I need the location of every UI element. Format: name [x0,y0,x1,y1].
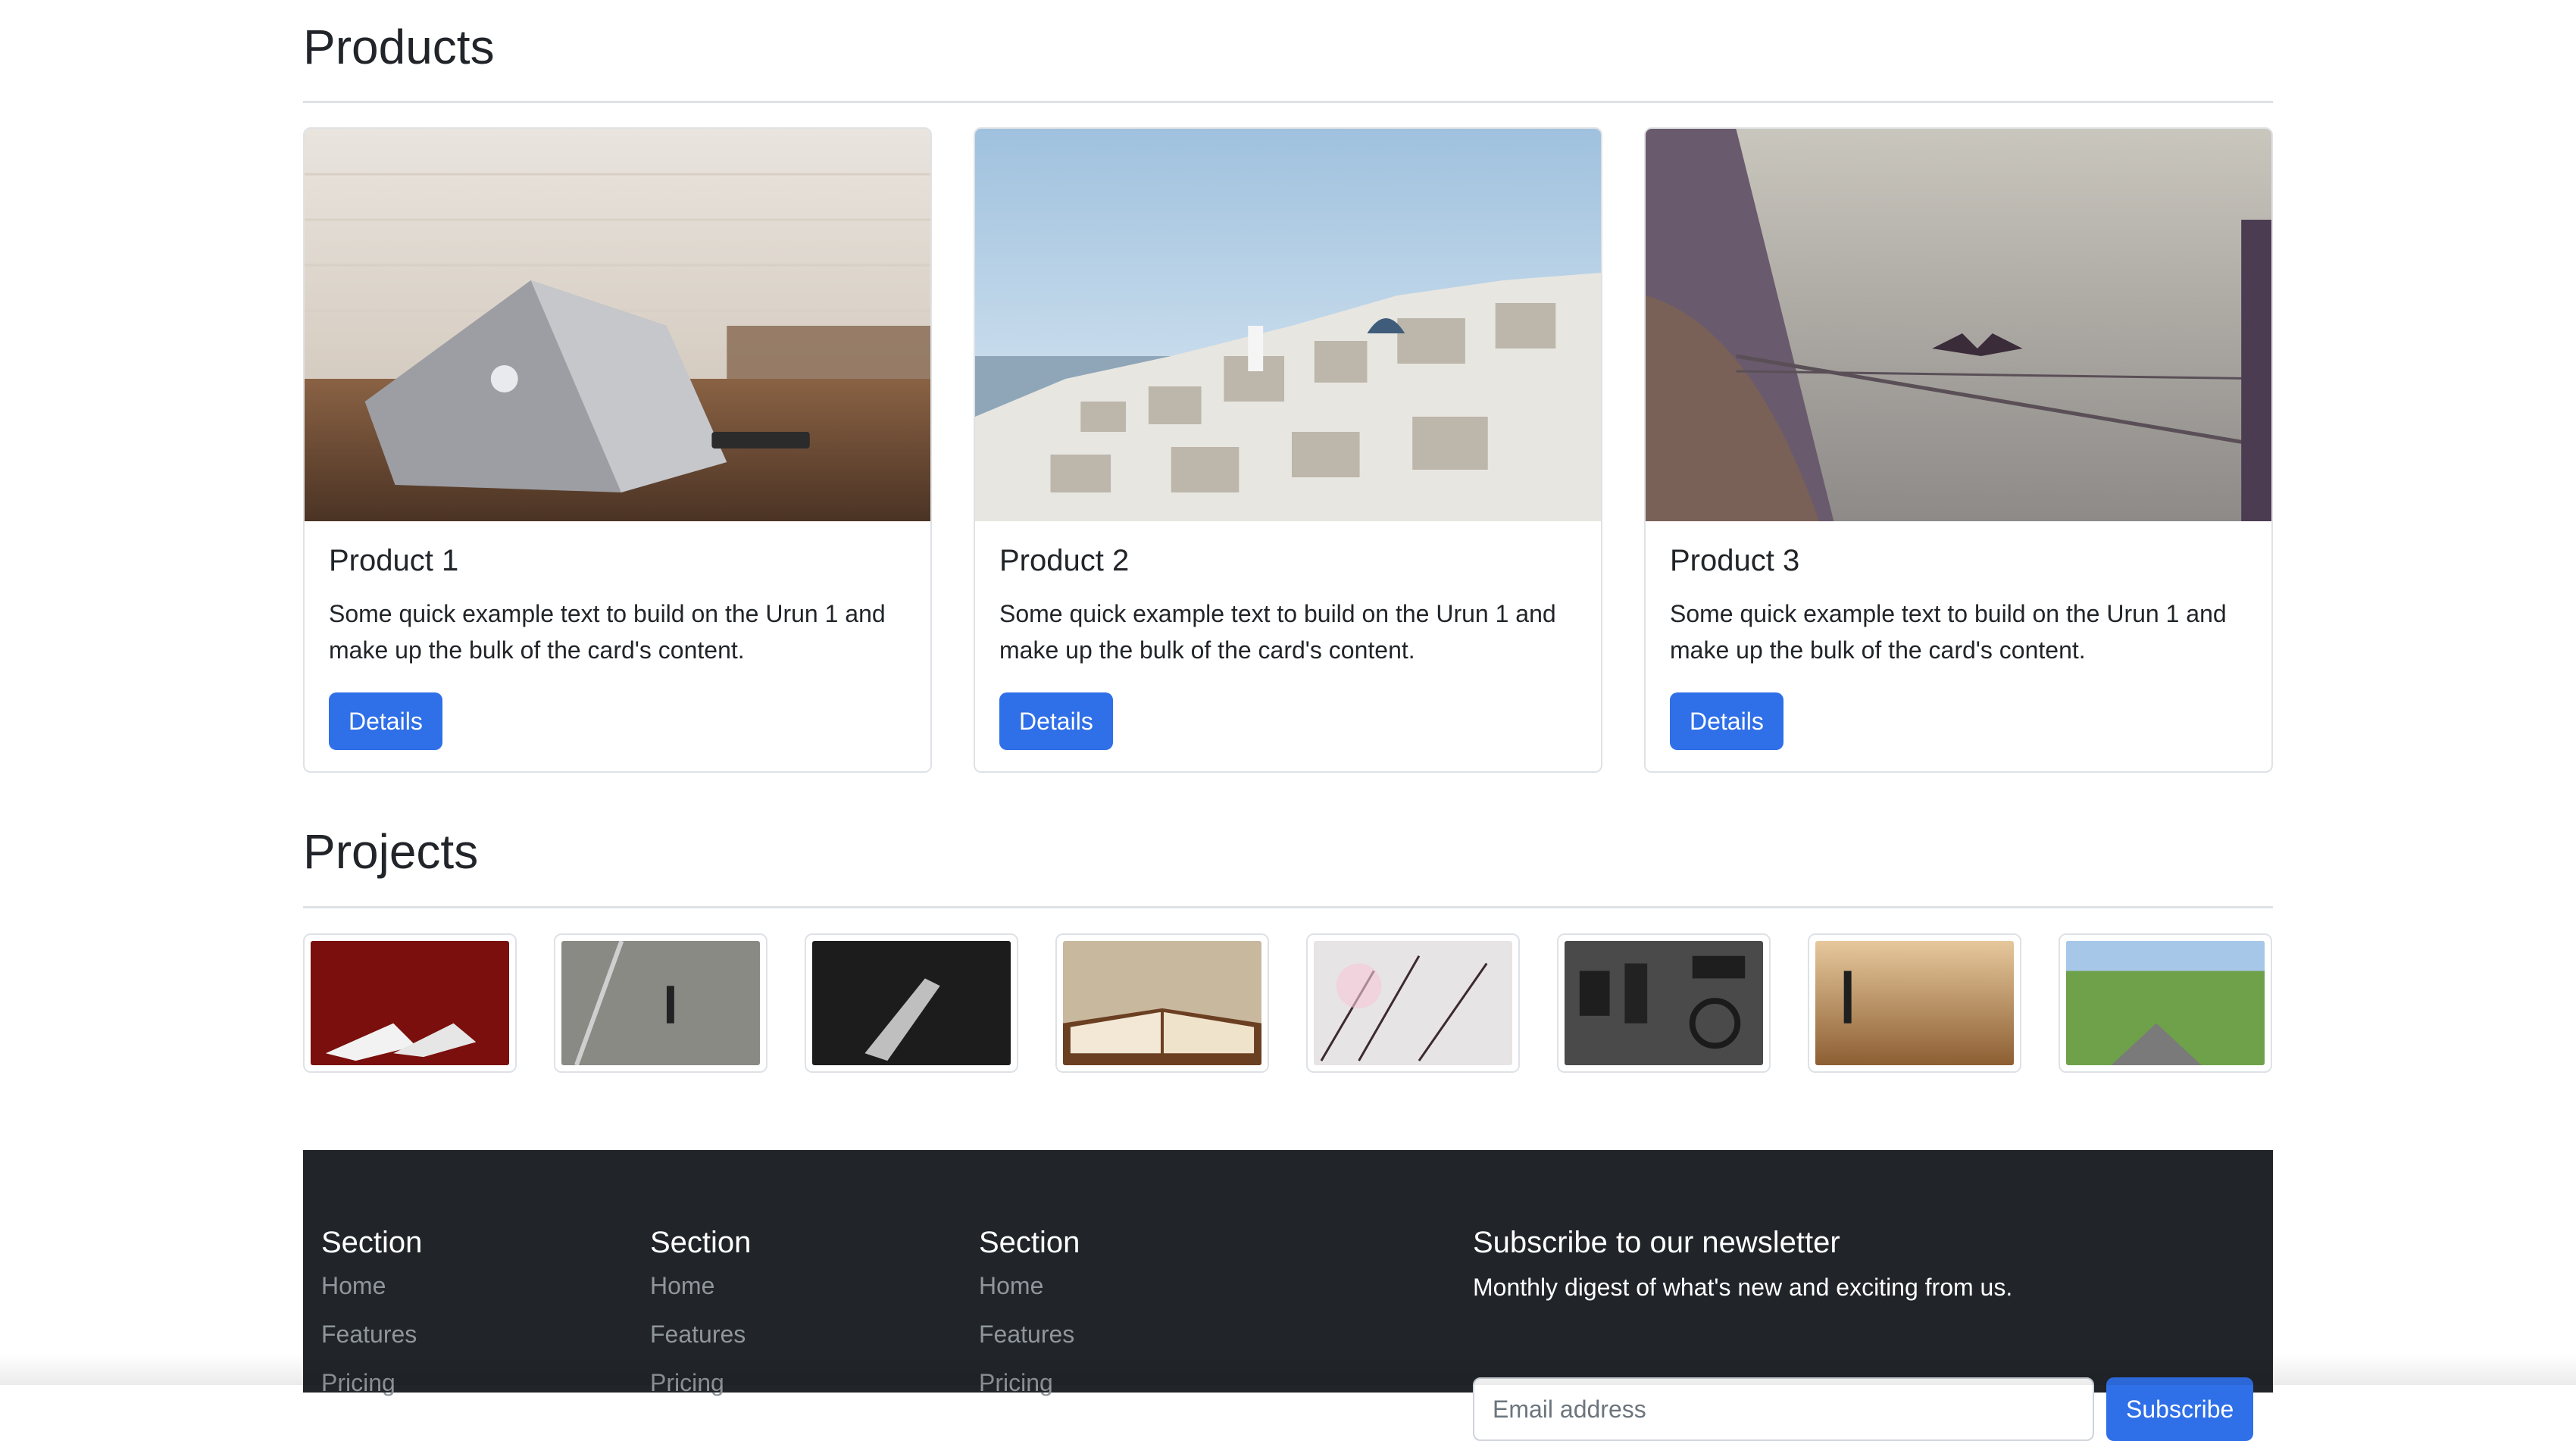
subscribe-button[interactable]: Subscribe [2106,1377,2254,1441]
products-divider [303,101,2273,103]
project-thumbnail-1[interactable] [303,933,517,1073]
project-thumbnail-8[interactable] [2059,933,2272,1073]
product-card-3: Product 3 Some quick example text to bui… [1644,127,2273,773]
footer-section-1-link-home[interactable]: Home [321,1271,422,1301]
product-card-2: Product 2 Some quick example text to bui… [974,127,1602,773]
project-thumbnail-2[interactable] [554,933,767,1073]
project-thumbnail-4[interactable] [1055,933,1269,1073]
footer-section-2-link-pricing[interactable]: Pricing [650,1368,751,1398]
project-thumbnail-3[interactable] [805,933,1018,1073]
product-3-text: Some quick example text to build on the … [1670,600,2227,664]
footer-section-2: Section Home Features Pricing [650,1226,751,1416]
footer-section-1: Section Home Features Pricing [321,1226,422,1416]
product-3-image [1646,129,2271,521]
product-2-text: Some quick example text to build on the … [999,600,1556,664]
footer-section-2-title: Section [650,1226,752,1259]
newsletter-subtitle: Monthly digest of what's new and excitin… [1473,1274,2013,1301]
email-input[interactable] [1473,1377,2094,1441]
footer-section-1-link-pricing[interactable]: Pricing [321,1368,422,1398]
footer-section-3-link-pricing[interactable]: Pricing [979,1368,1080,1398]
newsletter: Subscribe to our newsletter Monthly dige… [1473,1226,2255,1441]
footer-section-3-link-features[interactable]: Features [979,1319,1080,1349]
product-1-image [305,129,930,521]
footer-section-1-link-features[interactable]: Features [321,1319,422,1349]
footer-section-2-link-features[interactable]: Features [650,1319,751,1349]
product-2-title: Product 2 [999,544,1130,577]
product-1-details-button[interactable]: Details [329,692,442,750]
product-2-details-button[interactable]: Details [999,692,1113,750]
project-thumbnail-6[interactable] [1557,933,1771,1073]
product-1-text: Some quick example text to build on the … [329,600,886,664]
footer-section-3: Section Home Features Pricing [979,1226,1080,1416]
project-thumbnail-5[interactable] [1306,933,1520,1073]
product-card-1: Product 1 Some quick example text to bui… [303,127,932,773]
product-1-title: Product 1 [329,544,459,577]
footer: Section Home Features Pricing Section Ho… [303,1150,2273,1441]
projects-heading: Projects [303,824,479,879]
footer-section-3-title: Section [979,1226,1080,1259]
product-2-image [975,129,1601,521]
product-3-details-button[interactable]: Details [1670,692,1784,750]
products-heading: Products [303,20,495,74]
footer-section-3-link-home[interactable]: Home [979,1271,1080,1301]
footer-section-1-title: Section [321,1226,423,1259]
footer-section-2-link-home[interactable]: Home [650,1271,751,1301]
product-3-title: Product 3 [1670,544,1800,577]
project-thumbnail-7[interactable] [1808,933,2021,1073]
newsletter-title: Subscribe to our newsletter [1473,1226,1840,1259]
projects-divider [303,906,2273,908]
